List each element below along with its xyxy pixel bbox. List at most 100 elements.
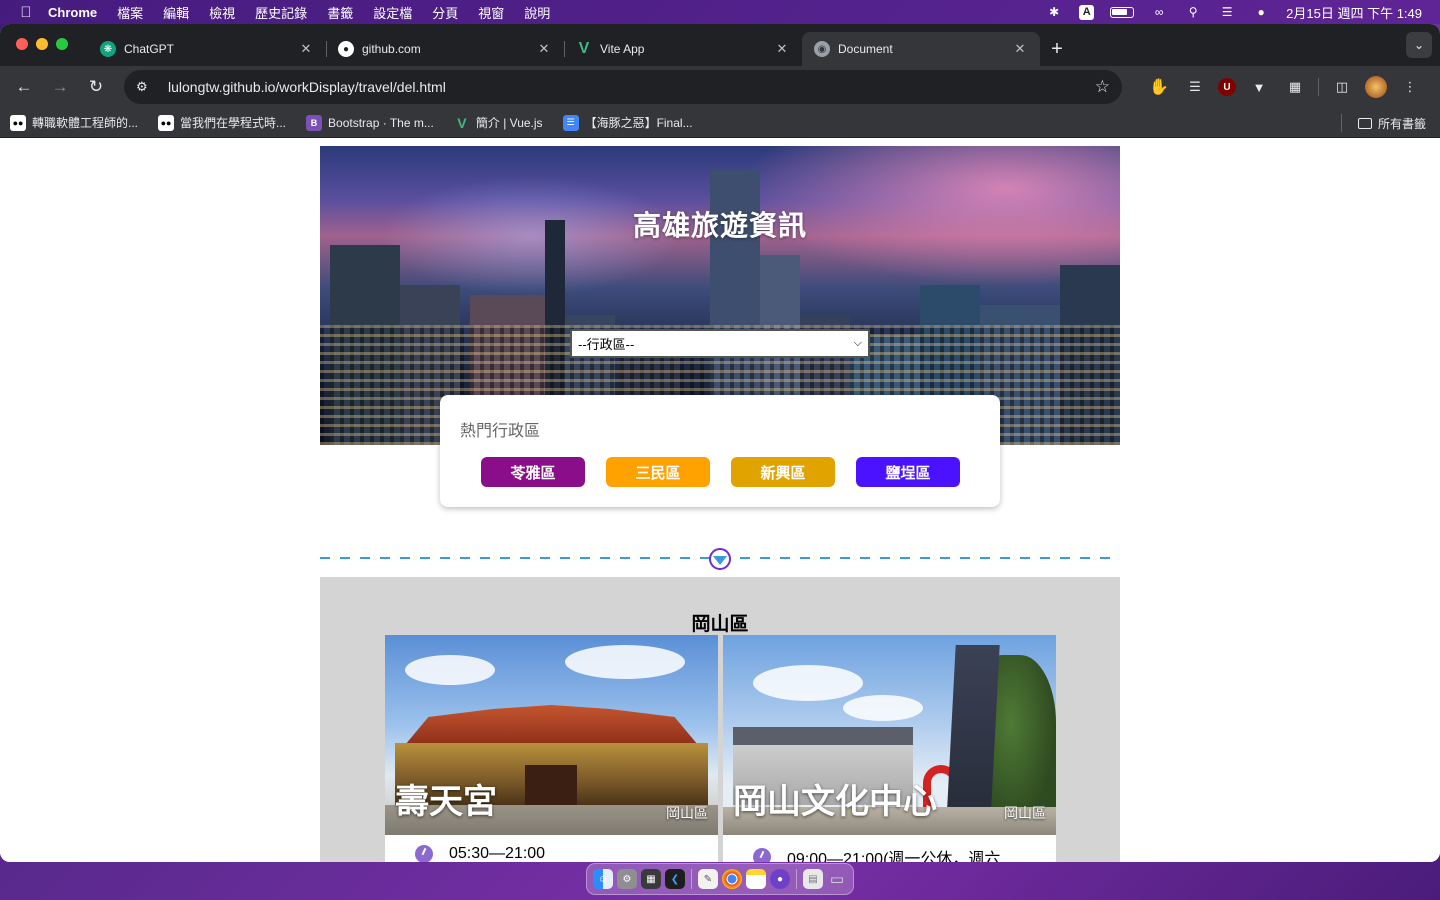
forward-button[interactable]: → [44, 71, 76, 103]
bookmarks-divider [1340, 114, 1342, 132]
bookmark-item[interactable]: V 簡介 | Vue.js [454, 114, 542, 131]
page-title: 高雄旅遊資訊 [632, 210, 807, 241]
bookmark-item[interactable]: ☰ 【海豚之惡】Final... [562, 114, 693, 131]
menu-file[interactable]: 檔案 [117, 3, 143, 22]
menu-tab[interactable]: 分頁 [432, 3, 458, 22]
district-button-sanmin[interactable]: 三民區 [606, 457, 710, 487]
close-tab-icon[interactable]: ✕ [298, 41, 314, 57]
finder-icon[interactable]: ☺ [593, 869, 613, 889]
battery-icon[interactable] [1110, 6, 1135, 18]
menu-window[interactable]: 視窗 [478, 3, 504, 22]
district-button-lingya[interactable]: 苓雅區 [481, 457, 585, 487]
cultural-center-roof [733, 727, 913, 745]
photo-cloud [843, 695, 923, 721]
bookmark-label: 當我們在學程式時... [180, 116, 287, 130]
calculator-icon[interactable]: ▦ [641, 869, 661, 889]
bookmark-item[interactable]: ●● 轉職軟體工程師的... [10, 114, 138, 131]
attraction-card[interactable]: 岡山文化中心 岡山區 09:00—21:00(週一公休，週六 [723, 635, 1056, 862]
hot-districts-title: 熱門行政區 [460, 423, 541, 440]
script-editor-icon[interactable]: ✎ [698, 869, 718, 889]
attraction-zone: 岡山區 [1004, 805, 1046, 821]
tab-chatgpt[interactable]: ❋ ChatGPT ✕ [88, 32, 326, 66]
attraction-zone: 岡山區 [666, 805, 708, 821]
vue-icon: V [578, 40, 590, 57]
menu-history[interactable]: 歷史記錄 [255, 3, 307, 22]
attraction-photo: 壽天宮 岡山區 [385, 635, 718, 835]
translate-extension-icon[interactable]: ☰ [1182, 74, 1208, 100]
close-tab-icon[interactable]: ✕ [774, 41, 790, 57]
notes-icon[interactable] [746, 869, 766, 889]
menu-view[interactable]: 檢視 [209, 3, 235, 22]
url-text[interactable]: lulongtw.github.io/workDisplay/travel/de… [168, 79, 1095, 95]
district-button-yancheng[interactable]: 鹽埕區 [856, 457, 960, 487]
system-settings-icon[interactable]: ⚙ [617, 869, 637, 889]
district-select-value: --行政區-- [578, 337, 635, 352]
tab-title: ChatGPT [124, 42, 175, 56]
link-icon[interactable]: ∞ [1150, 5, 1168, 19]
photo-cloud [405, 655, 495, 685]
district-select[interactable]: --行政區-- ⌵ [570, 329, 870, 358]
stone-stele [946, 645, 1000, 825]
tab-vite-app[interactable]: V Vite App ✕ [564, 32, 802, 66]
clock-icon [753, 848, 771, 862]
vue-devtools-extension-icon[interactable]: ▼ [1246, 74, 1272, 100]
bookmarks-bar: ●● 轉職軟體工程師的... ●● 當我們在學程式時... B Bootstra… [0, 108, 1440, 138]
reload-button[interactable]: ↻ [80, 71, 112, 103]
profile-avatar[interactable] [1365, 76, 1387, 98]
page-viewport: 高雄旅遊資訊 --行政區-- ⌵ 熱門行政區 苓雅區 三民區 新興區 鹽埕區 岡… [0, 146, 1440, 862]
close-tab-icon[interactable]: ✕ [1012, 41, 1028, 57]
input-source-icon[interactable]: A [1079, 4, 1095, 20]
close-window-button[interactable] [16, 38, 28, 50]
menu-help[interactable]: 說明 [524, 3, 550, 22]
attraction-card[interactable]: 壽天宮 岡山區 05:30—21:00 [385, 635, 718, 862]
tab-github[interactable]: ● github.com ✕ [326, 32, 564, 66]
bookmark-item[interactable]: B Bootstrap · The m... [306, 114, 434, 131]
menubar-clock[interactable]: 2月15日 週四 下午 1:49 [1286, 3, 1422, 22]
back-button[interactable]: ← [8, 71, 40, 103]
zoom-window-button[interactable] [56, 38, 68, 50]
documents-folder-icon[interactable]: ▤ [803, 869, 823, 889]
minimize-window-button[interactable] [36, 38, 48, 50]
address-bar[interactable]: ⚙ lulongtw.github.io/workDisplay/travel/… [124, 70, 1122, 104]
extensions-puzzle-icon[interactable]: ▦ [1282, 74, 1308, 100]
tab-document[interactable]: ◉ Document ✕ [802, 32, 1040, 66]
district-button-xinxing[interactable]: 新興區 [731, 457, 835, 487]
bookmark-item[interactable]: ●● 當我們在學程式時... [158, 114, 286, 131]
trash-icon[interactable]: ▭ [827, 869, 847, 889]
bluetooth-icon[interactable]: ✱ [1045, 5, 1063, 19]
folder-icon [1357, 117, 1372, 129]
clock-icon [415, 845, 433, 862]
menu-bookmarks[interactable]: 書籤 [327, 3, 353, 22]
travel-page: 高雄旅遊資訊 --行政區-- ⌵ 熱門行政區 苓雅區 三民區 新興區 鹽埕區 岡… [320, 146, 1120, 862]
docs-icon: ☰ [562, 114, 579, 131]
attraction-name: 岡山文化中心 [733, 783, 937, 821]
github-desktop-icon[interactable]: ● [770, 869, 790, 889]
ublock-extension-icon[interactable]: U [1218, 78, 1236, 96]
siri-icon[interactable]: ● [1252, 5, 1270, 19]
menu-app-name[interactable]: Chrome [48, 5, 97, 20]
menu-edit[interactable]: 編輯 [163, 3, 189, 22]
chrome-icon[interactable] [722, 869, 742, 889]
chatgpt-icon: ❋ [100, 41, 116, 57]
stop-hand-extension-icon[interactable]: ✋ [1146, 74, 1172, 100]
control-center-icon[interactable]: ☰ [1218, 5, 1236, 19]
opening-hours-text: 09:00—21:00(週一公休，週六 [787, 851, 1001, 862]
close-tab-icon[interactable]: ✕ [536, 41, 552, 57]
side-panel-icon[interactable]: ◫ [1329, 74, 1355, 100]
bootstrap-icon: B [306, 114, 323, 131]
chrome-menu-icon[interactable]: ⋮ [1397, 74, 1423, 100]
opening-hours: 05:30—21:00 [415, 845, 545, 862]
tab-title: github.com [362, 42, 421, 56]
bookmark-star-icon[interactable]: ☆ [1095, 77, 1110, 97]
all-bookmarks-folder[interactable]: 所有書籤 [1357, 115, 1426, 132]
new-tab-button[interactable]: + [1040, 32, 1074, 66]
dock-divider [691, 869, 692, 889]
vscode-icon[interactable]: ❮ [665, 869, 685, 889]
spotlight-search-icon[interactable]: ⚲ [1184, 5, 1202, 19]
tab-search-chevron-icon[interactable]: ⌄ [1406, 32, 1432, 58]
menu-profiles[interactable]: 設定檔 [373, 3, 412, 22]
photo-cloud [565, 645, 685, 679]
scroll-down-icon[interactable] [709, 548, 731, 570]
site-info-icon[interactable]: ⚙ [136, 79, 156, 95]
apple-menu-icon[interactable]:  [18, 4, 34, 21]
